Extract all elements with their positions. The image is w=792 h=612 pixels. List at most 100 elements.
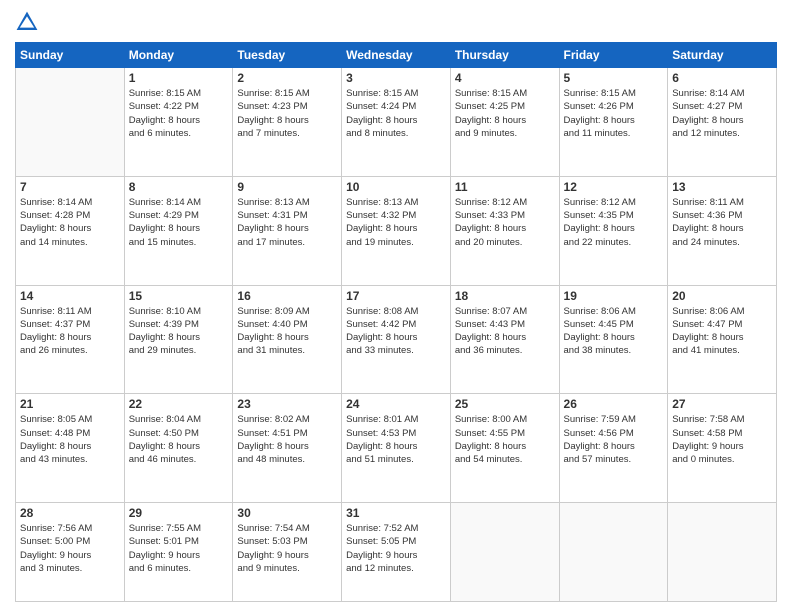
calendar-cell: 17 Sunrise: 8:08 AMSunset: 4:42 PMDayligh… (342, 285, 451, 394)
calendar-cell: 27 Sunrise: 7:58 AMSunset: 4:58 PMDayligh… (668, 394, 777, 503)
calendar-header-row: SundayMondayTuesdayWednesdayThursdayFrid… (16, 43, 777, 68)
day-info: Sunrise: 8:02 AMSunset: 4:51 PMDaylight:… (237, 413, 337, 466)
day-number: 26 (564, 397, 664, 411)
calendar-cell: 19 Sunrise: 8:06 AMSunset: 4:45 PMDayligh… (559, 285, 668, 394)
day-info: Sunrise: 8:07 AMSunset: 4:43 PMDaylight:… (455, 305, 555, 358)
day-number: 5 (564, 71, 664, 85)
day-info: Sunrise: 8:14 AMSunset: 4:27 PMDaylight:… (672, 87, 772, 140)
calendar-week-2: 14 Sunrise: 8:11 AMSunset: 4:37 PMDayligh… (16, 285, 777, 394)
calendar-cell: 2Sunrise: 8:15 AMSunset: 4:23 PMDaylight… (233, 68, 342, 177)
day-info: Sunrise: 7:55 AMSunset: 5:01 PMDaylight:… (129, 522, 229, 575)
day-info: Sunrise: 8:13 AMSunset: 4:32 PMDaylight:… (346, 196, 446, 249)
header-tuesday: Tuesday (233, 43, 342, 68)
day-number: 20 (672, 289, 772, 303)
day-number: 6 (672, 71, 772, 85)
calendar-week-4: 28 Sunrise: 7:56 AMSunset: 5:00 PMDayligh… (16, 503, 777, 602)
day-info: Sunrise: 8:13 AMSunset: 4:31 PMDaylight:… (237, 196, 337, 249)
calendar-cell: 18 Sunrise: 8:07 AMSunset: 4:43 PMDayligh… (450, 285, 559, 394)
day-number: 7 (20, 180, 120, 194)
calendar-cell: 21 Sunrise: 8:05 AMSunset: 4:48 PMDayligh… (16, 394, 125, 503)
header (15, 10, 777, 34)
day-number: 2 (237, 71, 337, 85)
calendar-cell: 13Sunrise: 8:11 AMSunset: 4:36 PMDayligh… (668, 176, 777, 285)
header-friday: Friday (559, 43, 668, 68)
day-info: Sunrise: 7:52 AMSunset: 5:05 PMDaylight:… (346, 522, 446, 575)
header-sunday: Sunday (16, 43, 125, 68)
calendar-cell (16, 68, 125, 177)
day-number: 30 (237, 506, 337, 520)
logo (15, 10, 43, 34)
day-info: Sunrise: 7:56 AMSunset: 5:00 PMDaylight:… (20, 522, 120, 575)
calendar-cell: 20 Sunrise: 8:06 AMSunset: 4:47 PMDayligh… (668, 285, 777, 394)
day-number: 9 (237, 180, 337, 194)
calendar-cell: 3Sunrise: 8:15 AMSunset: 4:24 PMDaylight… (342, 68, 451, 177)
calendar-cell: 11Sunrise: 8:12 AMSunset: 4:33 PMDayligh… (450, 176, 559, 285)
calendar-cell: 28 Sunrise: 7:56 AMSunset: 5:00 PMDayligh… (16, 503, 125, 602)
calendar-cell: 4 Sunrise: 8:15 AMSunset: 4:25 PMDaylight… (450, 68, 559, 177)
calendar-cell: 1 Sunrise: 8:15 AMSunset: 4:22 PMDaylight… (124, 68, 233, 177)
calendar-cell: 14 Sunrise: 8:11 AMSunset: 4:37 PMDayligh… (16, 285, 125, 394)
calendar-cell: 8 Sunrise: 8:14 AMSunset: 4:29 PMDaylight… (124, 176, 233, 285)
calendar-cell: 7 Sunrise: 8:14 AMSunset: 4:28 PMDaylight… (16, 176, 125, 285)
day-number: 19 (564, 289, 664, 303)
day-number: 12 (564, 180, 664, 194)
day-number: 13 (672, 180, 772, 194)
day-info: Sunrise: 8:14 AMSunset: 4:29 PMDaylight:… (129, 196, 229, 249)
calendar-cell (450, 503, 559, 602)
day-number: 29 (129, 506, 229, 520)
calendar-cell: 29 Sunrise: 7:55 AMSunset: 5:01 PMDayligh… (124, 503, 233, 602)
day-info: Sunrise: 8:00 AMSunset: 4:55 PMDaylight:… (455, 413, 555, 466)
day-number: 23 (237, 397, 337, 411)
day-number: 18 (455, 289, 555, 303)
calendar-week-3: 21 Sunrise: 8:05 AMSunset: 4:48 PMDayligh… (16, 394, 777, 503)
day-number: 11 (455, 180, 555, 194)
day-number: 31 (346, 506, 446, 520)
header-monday: Monday (124, 43, 233, 68)
calendar-cell: 30 Sunrise: 7:54 AMSunset: 5:03 PMDayligh… (233, 503, 342, 602)
day-number: 27 (672, 397, 772, 411)
day-info: Sunrise: 8:15 AMSunset: 4:25 PMDaylight:… (455, 87, 555, 140)
calendar-cell: 15 Sunrise: 8:10 AMSunset: 4:39 PMDayligh… (124, 285, 233, 394)
day-info: Sunrise: 8:10 AMSunset: 4:39 PMDaylight:… (129, 305, 229, 358)
logo-icon (15, 10, 39, 34)
day-number: 1 (129, 71, 229, 85)
day-info: Sunrise: 8:06 AMSunset: 4:45 PMDaylight:… (564, 305, 664, 358)
calendar-table: SundayMondayTuesdayWednesdayThursdayFrid… (15, 42, 777, 602)
calendar-week-0: 1 Sunrise: 8:15 AMSunset: 4:22 PMDaylight… (16, 68, 777, 177)
day-info: Sunrise: 8:06 AMSunset: 4:47 PMDaylight:… (672, 305, 772, 358)
calendar-week-1: 7 Sunrise: 8:14 AMSunset: 4:28 PMDaylight… (16, 176, 777, 285)
calendar-cell: 25 Sunrise: 8:00 AMSunset: 4:55 PMDayligh… (450, 394, 559, 503)
day-number: 28 (20, 506, 120, 520)
day-info: Sunrise: 8:14 AMSunset: 4:28 PMDaylight:… (20, 196, 120, 249)
calendar-cell: 10Sunrise: 8:13 AMSunset: 4:32 PMDayligh… (342, 176, 451, 285)
header-saturday: Saturday (668, 43, 777, 68)
calendar-cell (559, 503, 668, 602)
day-number: 21 (20, 397, 120, 411)
day-number: 24 (346, 397, 446, 411)
calendar-cell: 22Sunrise: 8:04 AMSunset: 4:50 PMDayligh… (124, 394, 233, 503)
day-info: Sunrise: 8:09 AMSunset: 4:40 PMDaylight:… (237, 305, 337, 358)
calendar-cell: 9 Sunrise: 8:13 AMSunset: 4:31 PMDaylight… (233, 176, 342, 285)
day-number: 4 (455, 71, 555, 85)
calendar-cell: 6 Sunrise: 8:14 AMSunset: 4:27 PMDaylight… (668, 68, 777, 177)
calendar-cell: 23 Sunrise: 8:02 AMSunset: 4:51 PMDayligh… (233, 394, 342, 503)
day-number: 15 (129, 289, 229, 303)
day-info: Sunrise: 7:54 AMSunset: 5:03 PMDaylight:… (237, 522, 337, 575)
day-info: Sunrise: 8:05 AMSunset: 4:48 PMDaylight:… (20, 413, 120, 466)
day-number: 17 (346, 289, 446, 303)
day-info: Sunrise: 8:11 AMSunset: 4:37 PMDaylight:… (20, 305, 120, 358)
day-info: Sunrise: 8:15 AMSunset: 4:22 PMDaylight:… (129, 87, 229, 140)
page: SundayMondayTuesdayWednesdayThursdayFrid… (0, 0, 792, 612)
day-info: Sunrise: 7:58 AMSunset: 4:58 PMDaylight:… (672, 413, 772, 466)
day-info: Sunrise: 8:15 AMSunset: 4:26 PMDaylight:… (564, 87, 664, 140)
day-number: 16 (237, 289, 337, 303)
day-info: Sunrise: 8:15 AMSunset: 4:24 PMDaylight:… (346, 87, 446, 140)
day-info: Sunrise: 8:01 AMSunset: 4:53 PMDaylight:… (346, 413, 446, 466)
day-info: Sunrise: 8:12 AMSunset: 4:35 PMDaylight:… (564, 196, 664, 249)
day-number: 14 (20, 289, 120, 303)
calendar-cell: 31 Sunrise: 7:52 AMSunset: 5:05 PMDayligh… (342, 503, 451, 602)
calendar-cell: 12 Sunrise: 8:12 AMSunset: 4:35 PMDayligh… (559, 176, 668, 285)
day-number: 25 (455, 397, 555, 411)
day-number: 8 (129, 180, 229, 194)
day-info: Sunrise: 8:08 AMSunset: 4:42 PMDaylight:… (346, 305, 446, 358)
